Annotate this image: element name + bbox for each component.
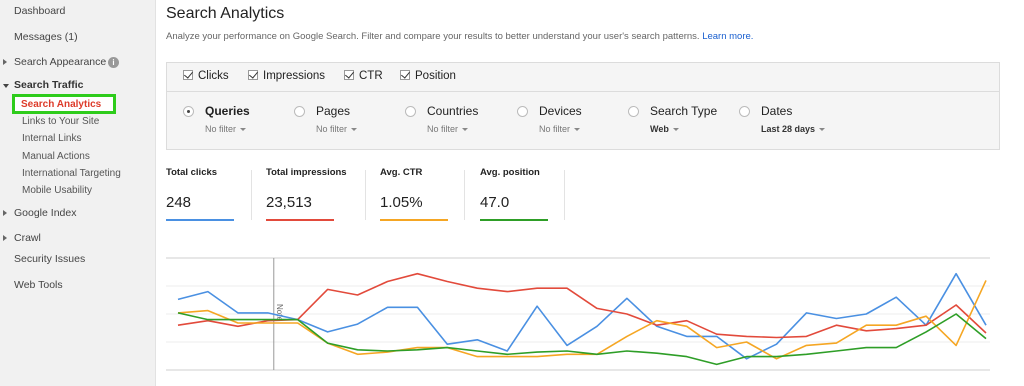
sidebar-item-label: Search Analytics <box>21 99 102 110</box>
sidebar-item-dashboard[interactable]: Dashboard <box>14 5 65 17</box>
chevron-right-icon[interactable] <box>3 210 7 216</box>
chevron-down-icon[interactable] <box>3 84 9 88</box>
metric-value: 1.05% <box>380 194 423 211</box>
metric-label: Avg. CTR <box>380 167 423 178</box>
sidebar-item-links-to-site[interactable]: Links to Your Site <box>22 116 99 127</box>
radio-icon[interactable] <box>739 106 750 117</box>
page-description: Analyze your performance on Google Searc… <box>166 31 753 42</box>
toggle-clicks[interactable]: Clicks <box>183 70 229 82</box>
toggle-label: Clicks <box>198 70 229 82</box>
performance-chart[interactable]: Note <box>166 250 990 376</box>
dimension-filter[interactable]: No filter <box>539 124 581 134</box>
sidebar-item-internal-links[interactable]: Internal Links <box>22 133 81 144</box>
divider <box>564 170 565 220</box>
series-line-position[interactable] <box>177 312 987 366</box>
sidebar-item-crawl[interactable]: Crawl <box>14 232 41 244</box>
divider <box>251 170 252 220</box>
metric-value: 248 <box>166 194 192 211</box>
chevron-right-icon[interactable] <box>3 235 7 241</box>
toggle-impressions[interactable]: Impressions <box>248 70 325 82</box>
dimension-label: Dates <box>761 104 793 118</box>
description-text: Analyze your performance on Google Searc… <box>166 31 700 42</box>
sidebar-item-security-issues[interactable]: Security Issues <box>14 253 85 265</box>
toggle-label: CTR <box>359 70 383 82</box>
metric-color-bar <box>266 219 334 221</box>
sidebar-item-search-appearance[interactable]: Search Appearance <box>14 56 106 68</box>
dimension-label: Devices <box>539 104 582 118</box>
dimension-label: Queries <box>205 104 250 118</box>
chevron-right-icon[interactable] <box>3 59 7 65</box>
sidebar-item-search-analytics[interactable]: Search Analytics <box>12 94 116 114</box>
metric-color-bar <box>480 219 548 221</box>
divider <box>464 170 465 220</box>
radio-icon[interactable] <box>628 106 639 117</box>
caret-down-icon <box>351 128 358 131</box>
checkbox-icon[interactable] <box>344 70 354 80</box>
toggle-ctr[interactable]: CTR <box>344 70 383 82</box>
sidebar-item-google-index[interactable]: Google Index <box>14 207 76 219</box>
caret-down-icon <box>574 128 581 131</box>
learn-more-link[interactable]: Learn more. <box>702 31 753 42</box>
checkbox-icon[interactable] <box>183 70 193 80</box>
toggle-position[interactable]: Position <box>400 70 456 82</box>
toggle-label: Position <box>415 70 456 82</box>
dimension-label: Pages <box>316 104 351 118</box>
page-title: Search Analytics <box>166 5 285 22</box>
metric-value: 47.0 <box>480 194 510 211</box>
metric-label: Avg. position <box>480 167 540 178</box>
caret-down-icon <box>240 128 247 131</box>
sidebar-item-web-tools[interactable]: Web Tools <box>14 279 63 291</box>
sidebar-item-messages[interactable]: Messages (1) <box>14 31 78 43</box>
dimension-label: Countries <box>427 104 479 118</box>
dimension-filter[interactable]: No filter <box>427 124 469 134</box>
radio-selected-icon[interactable] <box>183 106 194 117</box>
sidebar-item-mobile-usability[interactable]: Mobile Usability <box>22 185 92 196</box>
radio-icon[interactable] <box>405 106 416 117</box>
series-line-impressions[interactable] <box>177 272 987 339</box>
checkbox-icon[interactable] <box>400 70 410 80</box>
sidebar-item-international-targeting[interactable]: International Targeting <box>22 168 121 179</box>
info-icon[interactable]: i <box>108 57 119 68</box>
radio-icon[interactable] <box>517 106 528 117</box>
metric-color-bar <box>380 219 448 221</box>
divider <box>365 170 366 220</box>
sidebar: Dashboard Messages (1) Search Appearance… <box>0 0 156 386</box>
metric-label: Total impressions <box>266 167 347 178</box>
radio-icon[interactable] <box>294 106 305 117</box>
metric-toggles: Clicks Impressions CTR Position <box>167 63 999 92</box>
dimension-filter[interactable]: Web <box>650 124 679 134</box>
caret-down-icon <box>819 128 826 131</box>
metric-label: Total clicks <box>166 167 218 178</box>
chart-series <box>177 272 987 366</box>
dimension-filter[interactable]: No filter <box>316 124 358 134</box>
dimension-filter[interactable]: No filter <box>205 124 247 134</box>
caret-down-icon <box>672 128 679 131</box>
filter-panel: Clicks Impressions CTR Position Queries … <box>166 62 1000 150</box>
dimension-label: Search Type <box>650 104 718 118</box>
metric-color-bar <box>166 219 234 221</box>
metric-value: 23,513 <box>266 194 312 211</box>
checkbox-icon[interactable] <box>248 70 258 80</box>
sidebar-item-search-traffic[interactable]: Search Traffic <box>14 79 83 91</box>
sidebar-item-manual-actions[interactable]: Manual Actions <box>22 151 90 162</box>
dimension-filter[interactable]: Last 28 days <box>761 124 826 134</box>
toggle-label: Impressions <box>263 70 325 82</box>
caret-down-icon <box>462 128 469 131</box>
